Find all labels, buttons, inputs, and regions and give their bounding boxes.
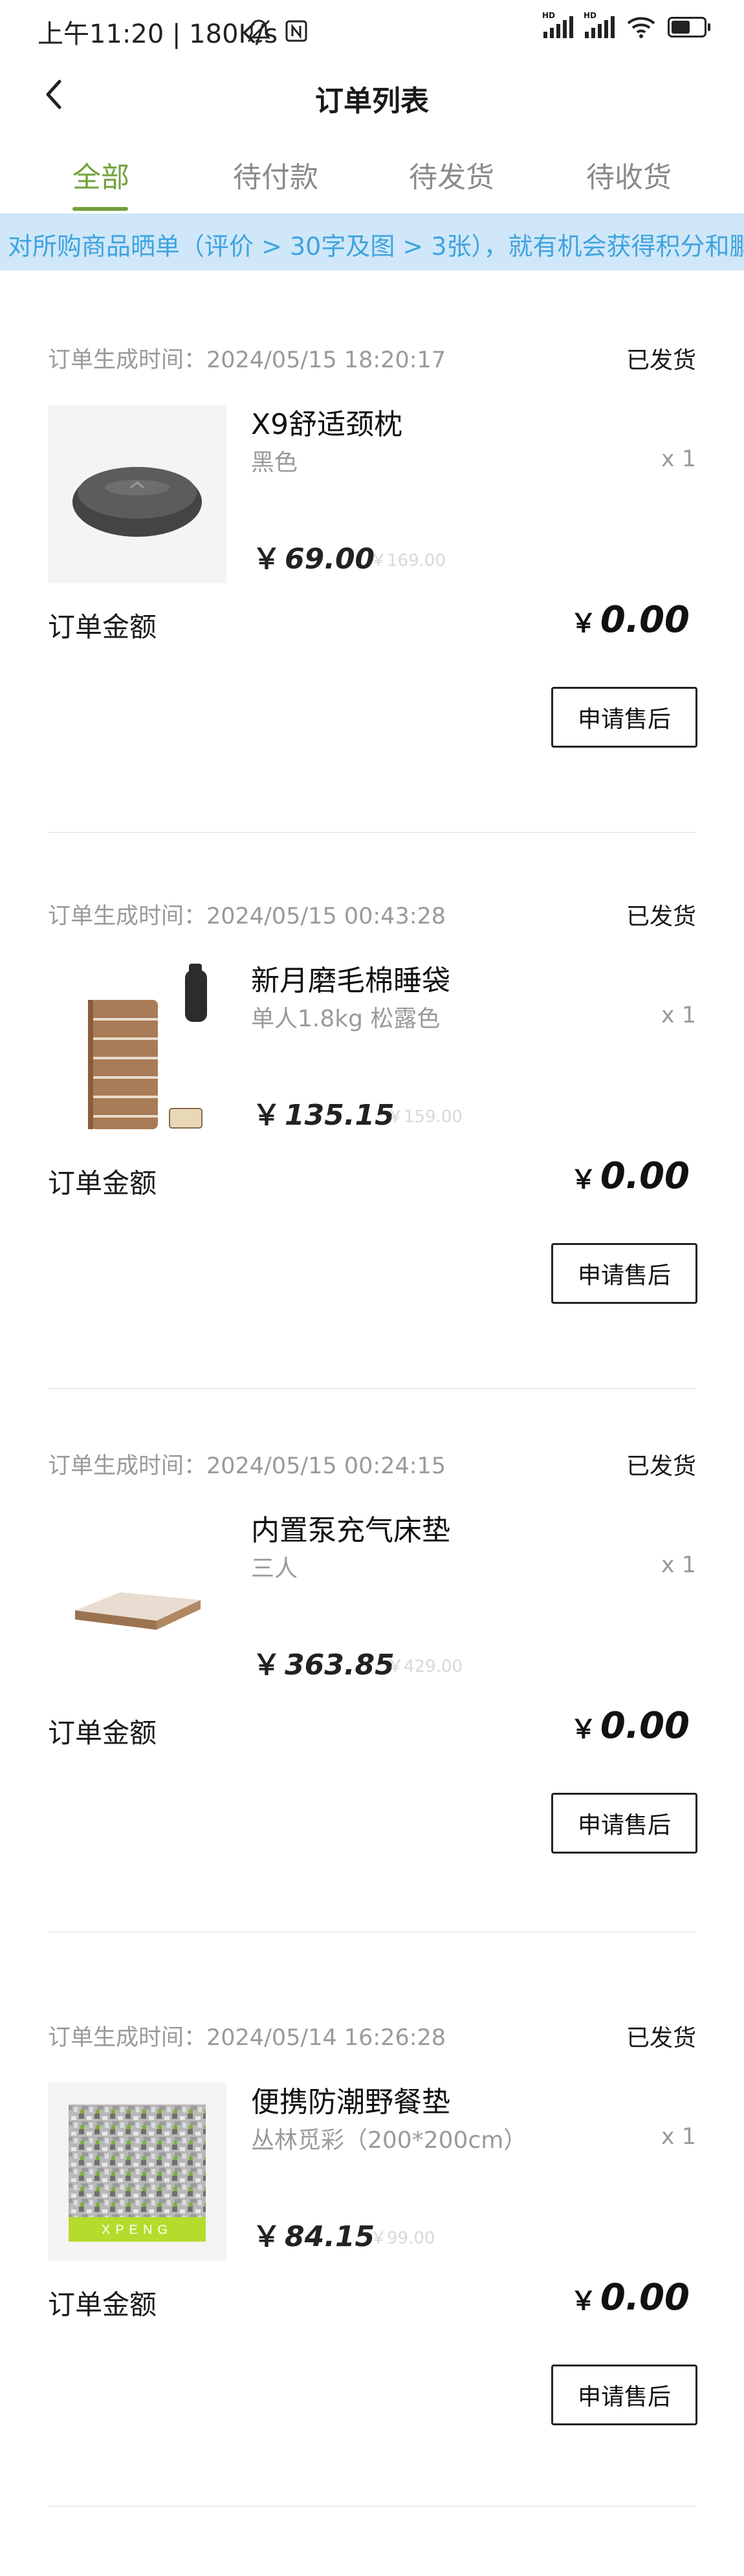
divider [48,1388,696,1389]
order-tabs: 全部 待付款 待发货 待收货 [0,142,744,213]
product-spec: 单人1.8kg 松露色 [251,1006,441,1032]
order-card: 订单生成时间：2024/05/14 16:26:28 已发货 XPENG 便携防… [0,2019,744,2511]
review-promo-banner[interactable]: 对所购商品晒单（评价 > 30字及图 > 3张），就有机会获得积分和鹏友 [0,213,744,270]
nfc-icon [285,20,307,42]
product-price: ￥ 135.15 [252,1092,395,1133]
order-card: 订单生成时间：2024/05/15 18:20:17 已发货 X9舒适颈枕 黑色… [0,341,744,833]
order-amount: ￥ 0.00 [571,2277,690,2319]
order-time: 订单生成时间：2024/05/15 00:43:28 [48,904,446,929]
battery-icon [668,17,710,38]
price-value: 363.85 [285,1649,395,1682]
order-amount-label: 订单金额 [48,1167,157,1199]
product-price: ￥ 363.85 [252,1641,395,1683]
original-price: ￥99.00 [370,2229,435,2248]
product-name[interactable]: 新月磨毛棉睡袋 [251,957,450,999]
after-sales-button[interactable]: 申请售后 [551,1793,697,1854]
order-status: 已发货 [626,2025,696,2051]
product-quantity: x 1 [661,1552,696,1578]
order-amount-label: 订单金额 [48,611,157,643]
product-image[interactable] [48,1511,226,1689]
wifi-icon [627,17,655,38]
currency-symbol: ￥ [570,1165,596,1195]
order-status: 已发货 [626,904,696,930]
after-sales-button[interactable]: 申请售后 [551,687,697,748]
order-time: 订单生成时间：2024/05/15 18:20:17 [48,347,446,373]
sleeping-bag-image-icon [88,964,207,1129]
product-quantity: x 1 [661,446,696,472]
currency-symbol: ￥ [570,1715,596,1744]
order-status: 已发货 [626,347,696,374]
product-image[interactable]: XPENG [48,2083,226,2261]
page-title: 订单列表 [315,85,429,118]
banner-text: 对所购商品晒单（评价 > 30字及图 > 3张），就有机会获得积分和鹏友 [8,232,744,261]
price-value: 84.15 [285,2220,375,2253]
order-amount: ￥ 0.00 [571,599,690,641]
status-time: 上午11:20 | 180K/s [38,19,278,49]
air-mattress-image-icon [75,1592,201,1630]
currency-symbol: ￥ [570,2286,596,2316]
brand-logo-text: XPENG [102,2223,173,2237]
product-spec: 三人 [251,1555,298,1582]
order-amount: ￥ 0.00 [571,1705,690,1747]
tab-pending-payment[interactable]: 待付款 [233,154,318,195]
order-card: 订单生成时间：2024/05/15 00:24:15 已发货 内置泵充气床垫 三… [0,1447,744,1939]
product-spec: 黑色 [251,449,298,476]
product-price: ￥ 84.15 [252,2213,375,2255]
product-image[interactable] [48,405,226,583]
notifications-off-icon [247,19,270,43]
currency-symbol: ￥ [252,1649,281,1682]
active-tab-indicator [72,207,128,211]
signal-icon: HD [542,11,573,38]
order-amount-label: 订单金额 [48,1717,157,1749]
currency-symbol: ￥ [252,543,281,576]
currency-symbol: ￥ [252,1099,281,1132]
product-name[interactable]: X9舒适颈枕 [251,401,402,442]
divider [48,1931,696,1932]
order-status: 已发货 [626,1453,696,1480]
order-amount: ￥ 0.00 [571,1155,690,1197]
product-spec: 丛林觅彩（200*200cm） [251,2127,527,2154]
tab-pending-receipt[interactable]: 待收货 [586,154,672,195]
status-bar: 上午11:20 | 180K/s HD HD [0,0,744,62]
product-price: ￥ 69.00 [252,536,375,577]
amount-value: 0.00 [600,1705,690,1747]
product-quantity: x 1 [661,2124,696,2150]
signal-2-icon: HD [584,11,615,38]
tab-all[interactable]: 全部 [72,154,129,195]
picnic-mat-image-icon: XPENG [69,2105,206,2242]
amount-value: 0.00 [600,599,690,641]
currency-symbol: ￥ [252,2220,281,2253]
product-image[interactable] [48,961,226,1140]
amount-value: 0.00 [600,1155,690,1197]
after-sales-button[interactable]: 申请售后 [551,1243,697,1304]
currency-symbol: ￥ [570,609,596,638]
order-amount-label: 订单金额 [48,2289,157,2321]
price-value: 135.15 [285,1099,395,1132]
price-value: 69.00 [285,543,375,576]
tab-pending-shipment[interactable]: 待发货 [409,154,494,195]
product-quantity: x 1 [661,1002,696,1028]
after-sales-button[interactable]: 申请售后 [551,2365,697,2425]
pillow-image-icon [72,467,202,537]
nav-bar: 订单列表 [0,62,744,127]
product-name[interactable]: 内置泵充气床垫 [251,1507,450,1548]
original-price: ￥159.00 [387,1107,463,1127]
order-time: 订单生成时间：2024/05/15 00:24:15 [48,1453,446,1479]
order-time: 订单生成时间：2024/05/14 16:26:28 [48,2025,446,2051]
amount-value: 0.00 [600,2277,690,2319]
original-price: ￥429.00 [387,1657,463,1676]
order-card: 订单生成时间：2024/05/15 00:43:28 已发货 新月磨毛棉睡袋 单… [0,898,744,1389]
divider [48,2506,696,2507]
product-name[interactable]: 便携防潮野餐垫 [251,2079,450,2120]
original-price: ￥169.00 [370,551,446,570]
divider [48,832,696,833]
